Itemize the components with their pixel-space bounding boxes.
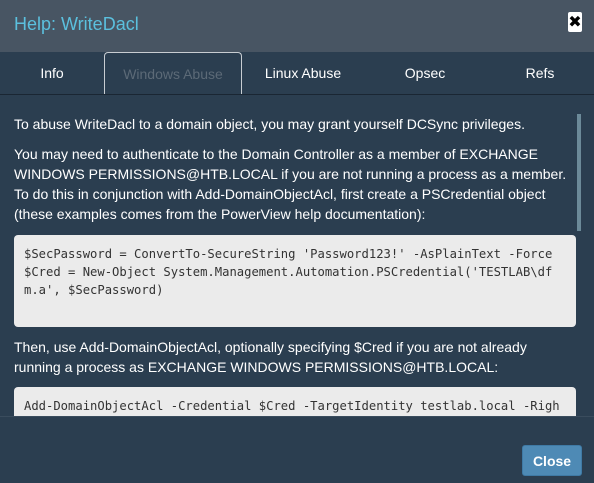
code-block: $SecPassword = ConvertTo-SecureString 'P… — [14, 235, 576, 327]
modal-body[interactable]: To abuse WriteDacl to a domain object, y… — [0, 94, 594, 416]
close-icon[interactable]: ✖ — [568, 12, 582, 32]
help-modal: Help: WriteDacl ✖ Info Windows Abuse Lin… — [0, 0, 594, 482]
modal-title: Help: WriteDacl — [14, 14, 139, 34]
modal-footer: Close — [0, 416, 594, 483]
help-paragraph: You may need to authenticate to the Doma… — [14, 146, 567, 222]
tab-windows-abuse[interactable]: Windows Abuse — [104, 52, 242, 94]
help-paragraph: Then, use Add-DomainObjectAcl, optionall… — [14, 339, 527, 375]
tab-refs[interactable]: Refs — [486, 52, 594, 94]
help-paragraph: To abuse WriteDacl to a domain object, y… — [14, 116, 525, 132]
modal-header: Help: WriteDacl ✖ — [0, 0, 594, 52]
close-button[interactable]: Close — [522, 445, 582, 476]
tab-bar: Info Windows Abuse Linux Abuse Opsec Ref… — [0, 52, 594, 95]
tab-linux-abuse[interactable]: Linux Abuse — [242, 52, 364, 94]
code-block: Add-DomainObjectAcl -Credential $Cred -T… — [14, 387, 576, 416]
scrollbar-thumb[interactable] — [577, 114, 581, 231]
tab-info[interactable]: Info — [0, 52, 104, 94]
tab-opsec[interactable]: Opsec — [364, 52, 486, 94]
